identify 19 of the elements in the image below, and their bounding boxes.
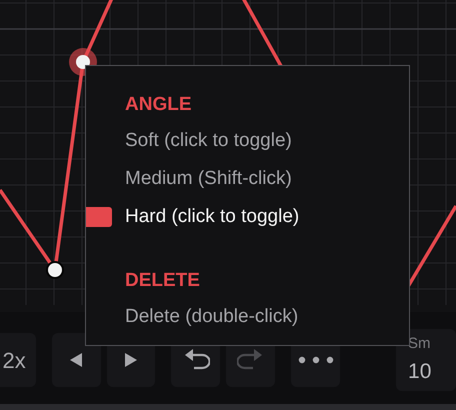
menu-item-label: Delete (double-click) [125, 304, 298, 329]
control-point[interactable] [46, 261, 64, 279]
menu-heading: DELETE [125, 269, 201, 293]
menu-heading: ANGLE [125, 93, 192, 117]
more-icon [298, 356, 334, 364]
right-triangle-icon [124, 352, 138, 368]
menu-item[interactable]: Soft (click to toggle) [86, 122, 409, 160]
menu-item-label: Soft (click to toggle) [125, 128, 292, 153]
prev-button[interactable] [52, 333, 101, 387]
field-value: 10 [408, 358, 432, 384]
menu-item[interactable]: Medium (Shift-click) [86, 160, 409, 198]
smoothing-field[interactable]: Sm 10 [396, 329, 456, 391]
field-label: Sm [408, 334, 432, 354]
zoom-button[interactable]: 2x [0, 333, 36, 387]
left-triangle-icon [69, 352, 84, 368]
menu-item-label: Hard (click to toggle) [125, 204, 300, 229]
menu-item[interactable]: Hard (click to toggle) [86, 198, 409, 236]
selection-marker-icon [86, 207, 112, 227]
menu-item-label: Medium (Shift-click) [125, 166, 292, 191]
